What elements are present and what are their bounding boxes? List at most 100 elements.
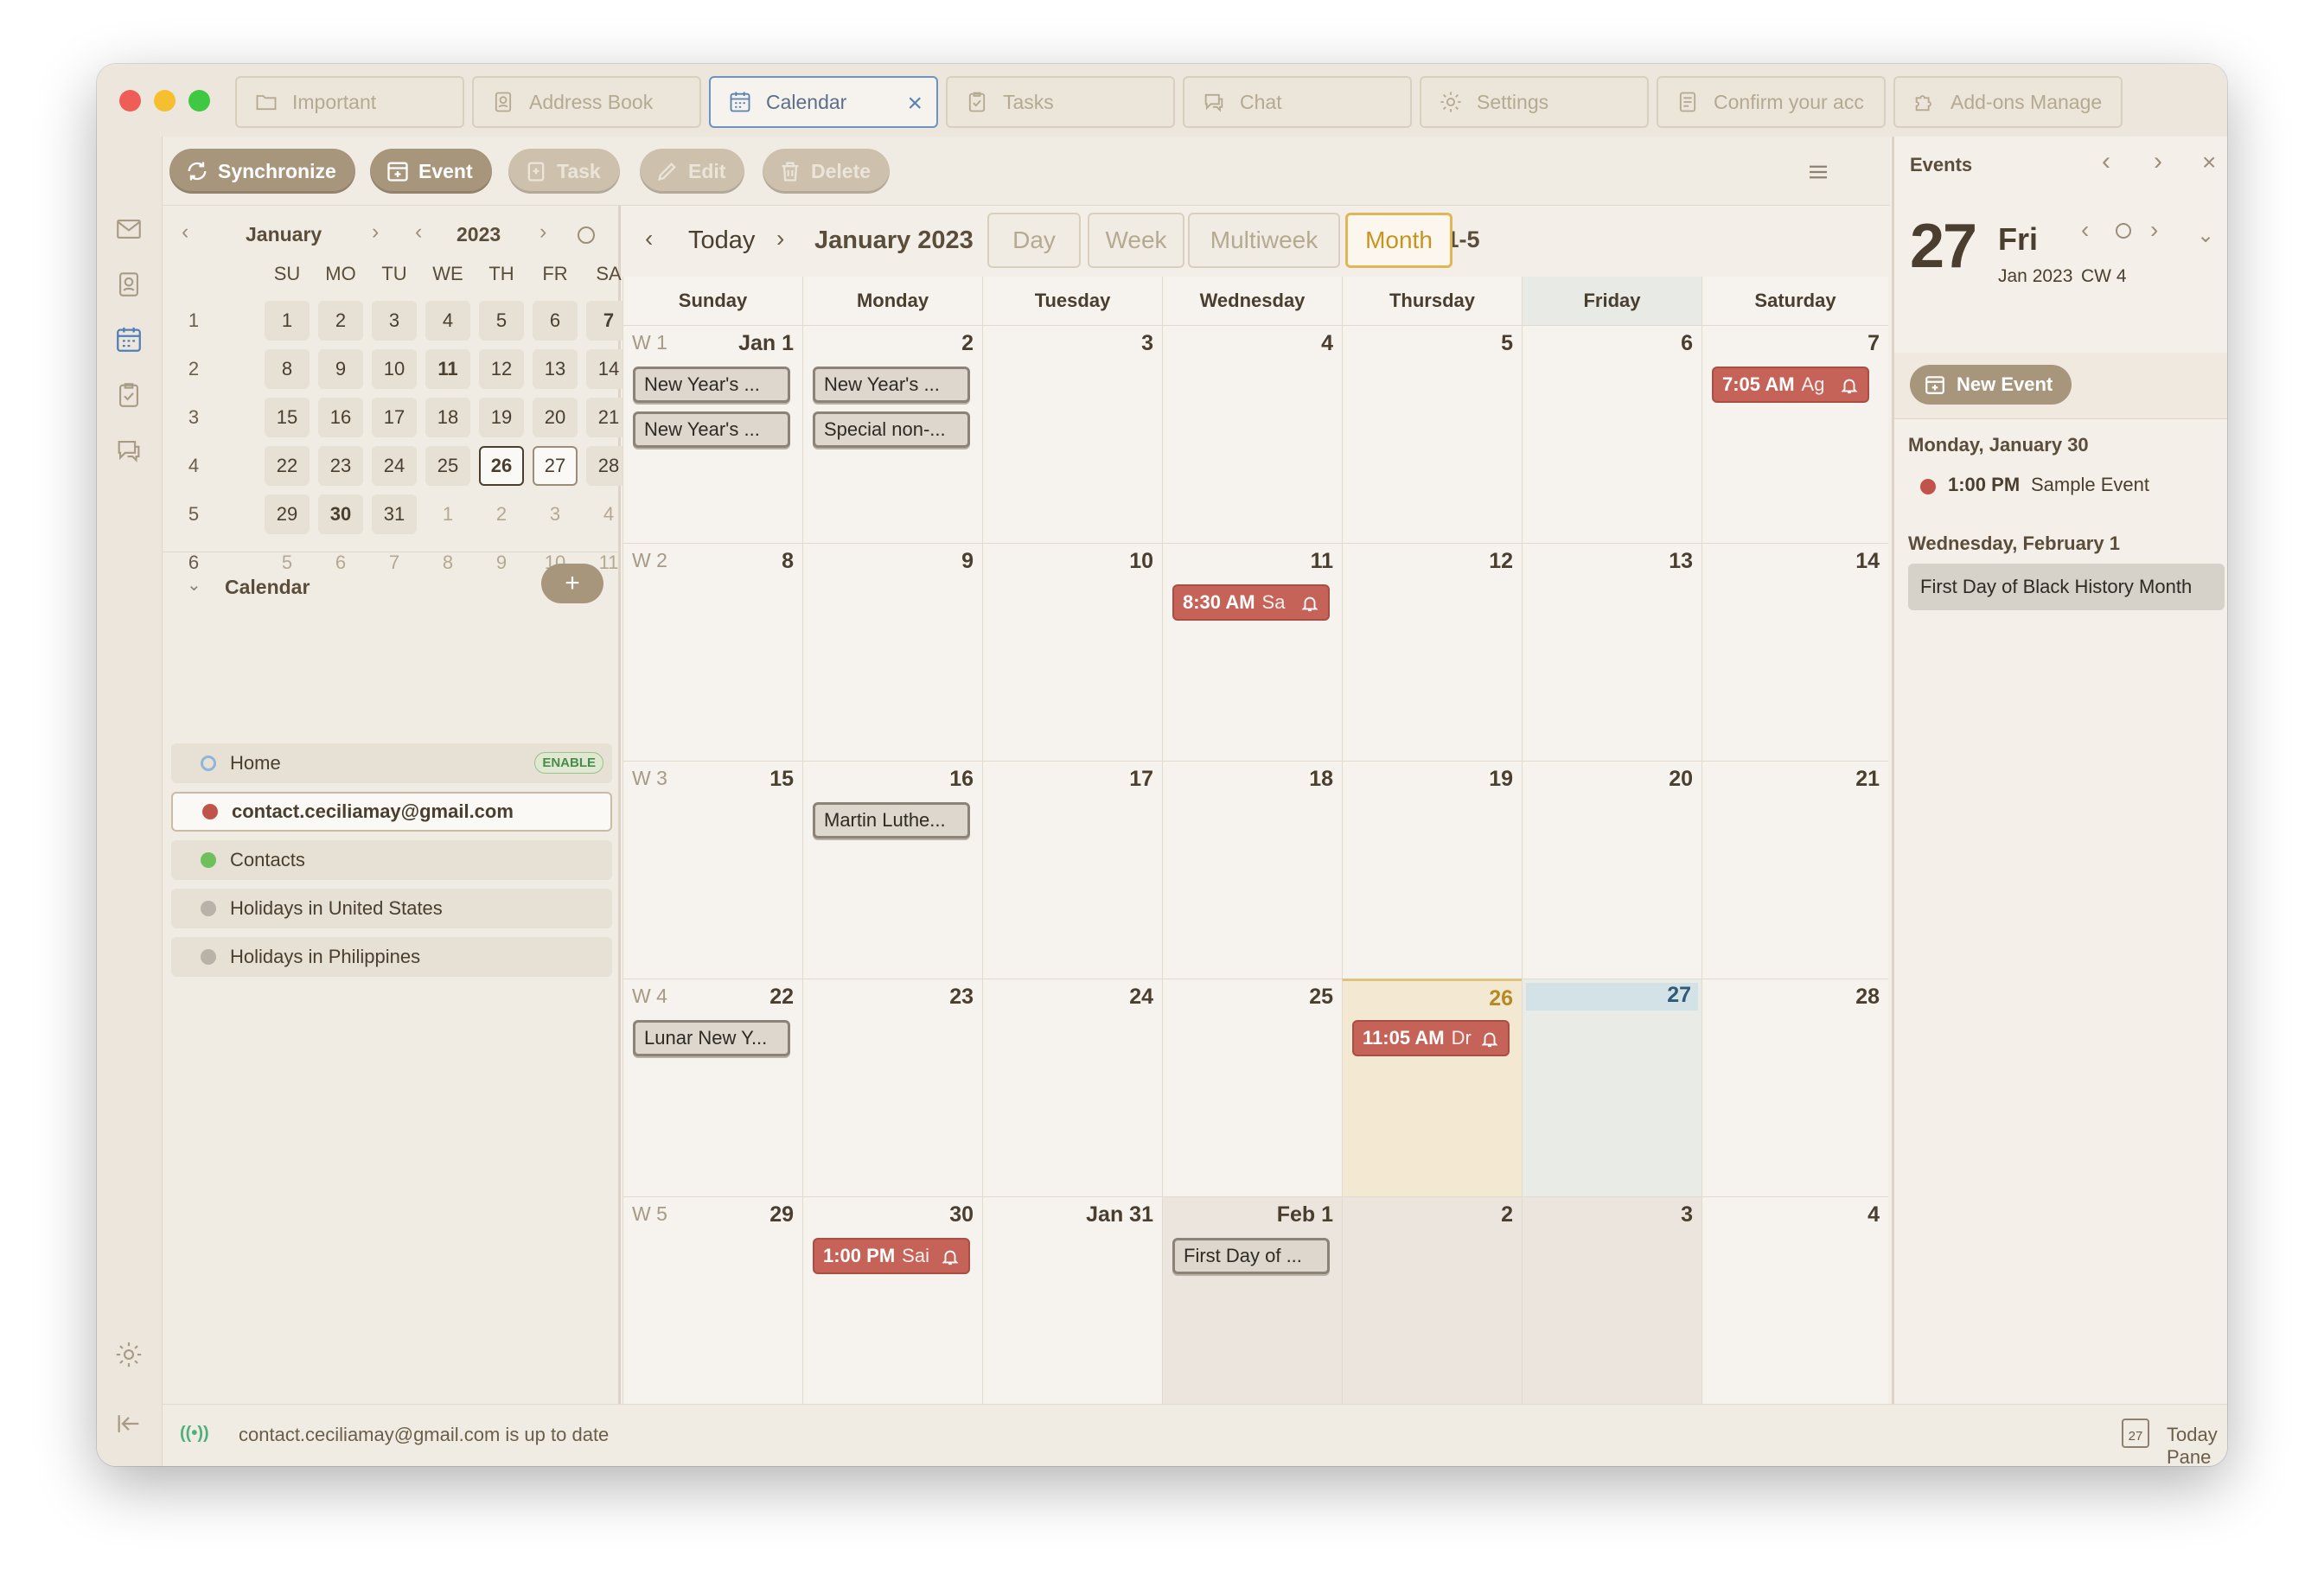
day-cell[interactable]: 8 W 2	[622, 543, 802, 761]
agenda-event-title[interactable]: Sample Event	[2031, 474, 2149, 496]
mini-month-day[interactable]: 3	[533, 494, 578, 534]
day-cell[interactable]: 2	[1342, 1196, 1522, 1414]
mini-month-day[interactable]: 15	[265, 398, 310, 437]
day-cell[interactable]: 26	[1342, 979, 1522, 1196]
view-button-month[interactable]: Month	[1345, 213, 1452, 268]
mini-month-day[interactable]: 13	[533, 349, 578, 389]
calendar-list-item[interactable]: Contacts	[171, 840, 612, 880]
mini-month-day[interactable]: 11	[425, 349, 470, 389]
mini-month-day[interactable]: 29	[265, 494, 310, 534]
previous-month-icon[interactable]: ‹	[645, 225, 653, 252]
calendar-event[interactable]: First Day of ...	[1172, 1238, 1330, 1274]
day-cell[interactable]: 29 W 5	[622, 1196, 802, 1414]
mini-month-day[interactable]: 10	[372, 349, 417, 389]
mini-month-day[interactable]: 9	[318, 349, 363, 389]
next-month-icon[interactable]: ›	[372, 220, 379, 245]
mini-month-day[interactable]: 4	[425, 301, 470, 341]
mini-month-day[interactable]: 8	[265, 349, 310, 389]
day-cell[interactable]: 17	[982, 761, 1162, 979]
day-cell[interactable]: 3	[982, 325, 1162, 543]
mini-month-day[interactable]: 7	[372, 543, 417, 583]
settings-icon[interactable]	[114, 1340, 144, 1369]
next-day-icon[interactable]: ›	[2150, 216, 2158, 244]
mail-icon[interactable]	[114, 214, 144, 244]
calendar-event[interactable]: New Year's ...	[813, 367, 970, 403]
add-calendar-button[interactable]: +	[541, 564, 603, 603]
previous-month-icon[interactable]: ‹	[182, 220, 188, 245]
new-event-button[interactable]: Event	[370, 149, 492, 194]
collapse-calendars-icon[interactable]: ⌄	[187, 574, 201, 596]
close-tab-icon[interactable]: ×	[907, 89, 923, 118]
zoom-window-button[interactable]	[188, 90, 210, 112]
day-cell[interactable]: 16	[802, 761, 982, 979]
day-cell[interactable]: 9	[802, 543, 982, 761]
day-cell[interactable]: 12	[1342, 543, 1522, 761]
agenda-allday-event[interactable]: First Day of Black History Month	[1908, 564, 2225, 610]
day-cell[interactable]: 30	[802, 1196, 982, 1414]
tab-confirm-account[interactable]: Confirm your acc	[1657, 76, 1886, 128]
day-cell[interactable]: 19	[1342, 761, 1522, 979]
day-cell[interactable]: 5	[1342, 325, 1522, 543]
calendar-event[interactable]: 11:05 AM Dr	[1352, 1020, 1510, 1056]
next-month-icon[interactable]: ›	[776, 225, 784, 252]
day-cell[interactable]: 13	[1522, 543, 1702, 761]
new-event-button[interactable]: New Event	[1910, 365, 2072, 405]
calendar-event[interactable]: 8:30 AM Sa	[1172, 584, 1330, 621]
mini-month-day[interactable]: 24	[372, 446, 417, 486]
calendar-event[interactable]: Martin Luthe...	[813, 802, 970, 838]
calendar-event[interactable]: Special non-...	[813, 411, 970, 448]
day-cell[interactable]: 25	[1162, 979, 1342, 1196]
mini-month-day[interactable]: 22	[265, 446, 310, 486]
day-cell[interactable]: 18	[1162, 761, 1342, 979]
mini-month-day[interactable]: 3	[372, 301, 417, 341]
day-cell[interactable]: 6	[1522, 325, 1702, 543]
day-cell[interactable]: 7	[1702, 325, 1888, 543]
mini-month-day[interactable]: 25	[425, 446, 470, 486]
day-cell[interactable]: 23	[802, 979, 982, 1196]
mini-month-day[interactable]: 5	[479, 301, 524, 341]
collapse-spaces-icon[interactable]	[114, 1409, 144, 1438]
new-task-button[interactable]: Task	[508, 149, 620, 194]
today-button[interactable]: Today	[688, 226, 755, 255]
mini-month-day[interactable]: 17	[372, 398, 417, 437]
today-circle-icon[interactable]	[578, 226, 595, 244]
calendar-icon[interactable]	[114, 325, 144, 354]
edit-button[interactable]: Edit	[640, 149, 745, 194]
mini-month-day[interactable]: 31	[372, 494, 417, 534]
enable-badge[interactable]: ENABLE	[534, 752, 603, 774]
next-year-icon[interactable]: ›	[540, 220, 546, 245]
calendar-list-item[interactable]: Holidays in Philippines	[171, 937, 612, 977]
day-cell[interactable]: 10	[982, 543, 1162, 761]
menu-icon[interactable]	[1805, 159, 1831, 185]
calendar-list-item[interactable]: Home ENABLE	[171, 743, 612, 783]
synchronize-button[interactable]: Synchronize	[169, 149, 355, 194]
mini-month-day[interactable]: 19	[479, 398, 524, 437]
mini-month-day[interactable]: 18	[425, 398, 470, 437]
mini-month-day[interactable]: 1	[425, 494, 470, 534]
minimize-window-button[interactable]	[154, 90, 176, 112]
next-day-icon[interactable]: ›	[2154, 147, 2162, 176]
mini-month-day[interactable]: 12	[479, 349, 524, 389]
calendar-event[interactable]: Lunar New Y...	[633, 1020, 790, 1056]
day-cell[interactable]: 4	[1702, 1196, 1888, 1414]
day-cell[interactable]: 15 W 3	[622, 761, 802, 979]
mini-month-day[interactable]: 27	[533, 446, 578, 486]
delete-button[interactable]: Delete	[763, 149, 891, 194]
mini-month-day[interactable]: 26	[479, 446, 524, 486]
mini-month-day[interactable]: 2	[318, 301, 363, 341]
close-pane-icon[interactable]: ×	[2202, 149, 2216, 176]
previous-day-icon[interactable]: ‹	[2102, 147, 2110, 176]
day-cell[interactable]: Jan 31	[982, 1196, 1162, 1414]
calendar-list-item[interactable]: contact.ceciliamay@gmail.com	[171, 792, 612, 832]
view-button-week[interactable]: Week	[1088, 213, 1184, 268]
view-button-day[interactable]: Day	[987, 213, 1081, 268]
day-cell[interactable]: 4	[1162, 325, 1342, 543]
mini-month-day[interactable]: 1	[265, 301, 310, 341]
day-cell[interactable]: 20	[1522, 761, 1702, 979]
day-cell[interactable]: 22 W 4	[622, 979, 802, 1196]
mini-month-day[interactable]: 20	[533, 398, 578, 437]
today-circle-icon[interactable]	[2116, 223, 2131, 239]
mini-month-day[interactable]: 6	[318, 543, 363, 583]
today-pane-toggle[interactable]: Today Pane	[2167, 1424, 2227, 1466]
day-cell[interactable]: 14	[1702, 543, 1888, 761]
